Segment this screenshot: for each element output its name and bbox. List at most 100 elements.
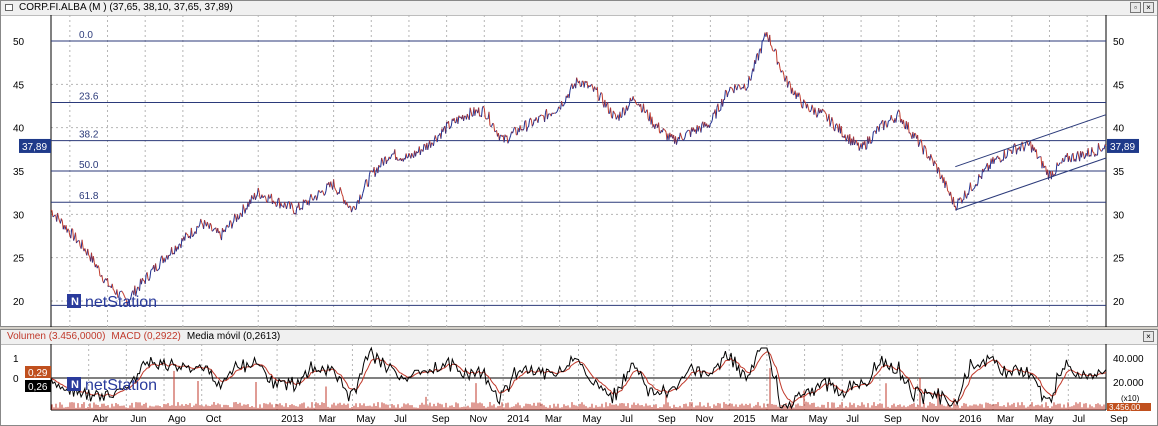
x-tick-label: May bbox=[809, 414, 828, 425]
price-segment bbox=[806, 103, 809, 109]
price-segment bbox=[390, 153, 393, 157]
price-segment bbox=[1016, 148, 1018, 155]
price-segment bbox=[341, 194, 344, 197]
price-segment bbox=[87, 248, 90, 256]
price-segment bbox=[1100, 150, 1103, 152]
price-segment bbox=[478, 107, 481, 117]
price-segment bbox=[544, 112, 547, 122]
price-segment bbox=[920, 139, 923, 148]
price-segment bbox=[457, 115, 460, 124]
maximize-icon[interactable]: ▫ bbox=[1130, 2, 1141, 13]
price-segment bbox=[417, 151, 419, 154]
price-segment bbox=[646, 109, 649, 120]
price-segment bbox=[598, 95, 601, 101]
volume-scale-label: (x10) bbox=[1121, 394, 1140, 403]
price-segment bbox=[1003, 149, 1006, 159]
price-segment bbox=[969, 182, 972, 190]
price-segment bbox=[769, 34, 772, 46]
price-segment bbox=[627, 107, 629, 111]
price-segment bbox=[53, 214, 56, 217]
close-icon[interactable]: × bbox=[1143, 2, 1154, 13]
price-segment bbox=[890, 115, 893, 120]
price-segment bbox=[871, 131, 874, 141]
price-segment bbox=[984, 165, 987, 169]
price-segment bbox=[492, 122, 495, 125]
price-segment bbox=[450, 118, 453, 126]
y-tick-label-left: 20 bbox=[13, 297, 25, 308]
price-segment bbox=[802, 99, 805, 109]
price-segment bbox=[229, 220, 232, 222]
price-segment bbox=[237, 214, 239, 220]
price-segment bbox=[913, 132, 916, 139]
price-segment bbox=[934, 160, 936, 164]
price-segment bbox=[627, 104, 630, 108]
price-segment bbox=[766, 31, 769, 39]
price-segment bbox=[743, 83, 746, 90]
price-segment bbox=[1058, 162, 1061, 166]
price-segment bbox=[630, 99, 633, 102]
indicator-title-bar[interactable]: Volumen (3.456,0000) MACD (0,2922) Media m… bbox=[1, 330, 1157, 345]
legend-macd: MACD (0,2922) bbox=[111, 331, 181, 342]
price-segment bbox=[727, 90, 730, 93]
price-segment bbox=[1070, 154, 1073, 163]
price-segment bbox=[184, 232, 187, 241]
price-segment bbox=[269, 197, 271, 199]
x-tick-label: 2015 bbox=[733, 414, 756, 425]
price-segment bbox=[320, 191, 322, 194]
volume-tag-label: 3.456,00 bbox=[1109, 403, 1141, 412]
price-segment bbox=[151, 268, 154, 270]
price-title-bar[interactable]: CORP.FI.ALBA (M ) (37,65, 38,10, 37,65, … bbox=[1, 1, 1157, 16]
price-segment bbox=[976, 183, 979, 187]
price-segment bbox=[1035, 149, 1038, 159]
fib-level-label: 50.0 bbox=[79, 160, 99, 171]
price-segment bbox=[519, 125, 522, 131]
price-segment bbox=[1081, 151, 1083, 158]
price-segment bbox=[561, 101, 563, 107]
price-segment bbox=[171, 247, 174, 255]
price-segment bbox=[529, 117, 532, 121]
price-segment bbox=[1054, 171, 1057, 175]
price-segment bbox=[200, 218, 203, 223]
x-tick-label: Sep bbox=[432, 414, 450, 425]
price-segment bbox=[206, 221, 209, 226]
price-segment bbox=[308, 197, 311, 206]
x-tick-label: Abr bbox=[93, 414, 109, 425]
price-segment bbox=[622, 107, 625, 109]
price-segment bbox=[952, 196, 955, 207]
price-segment bbox=[92, 256, 95, 263]
price-segment bbox=[710, 120, 713, 123]
y-tick-label-left: 25 bbox=[13, 254, 25, 265]
price-segment bbox=[946, 184, 949, 192]
price-segment bbox=[619, 111, 622, 118]
y-tick-label-right: 45 bbox=[1113, 80, 1125, 91]
price-segment bbox=[711, 112, 714, 121]
price-segment bbox=[440, 128, 443, 139]
price-segment bbox=[313, 196, 316, 200]
price-segment bbox=[84, 248, 87, 253]
price-segment bbox=[680, 135, 683, 140]
price-chart-pane[interactable]: CORP.FI.ALBA (M ) (37,65, 38,10, 37,65, … bbox=[0, 0, 1158, 327]
price-segment bbox=[902, 119, 905, 128]
price-segment bbox=[1098, 148, 1101, 151]
price-segment bbox=[244, 208, 247, 214]
price-segment bbox=[385, 159, 388, 165]
x-tick-label: Sep bbox=[658, 414, 676, 425]
price-segment bbox=[405, 153, 408, 159]
price-segment bbox=[463, 115, 466, 122]
price-segment bbox=[1019, 144, 1022, 152]
x-tick-label: Mar bbox=[771, 414, 789, 425]
fib-level-label: 38.2 bbox=[79, 130, 99, 141]
price-segment bbox=[880, 121, 883, 125]
price-segment bbox=[726, 92, 729, 98]
price-segment bbox=[191, 235, 194, 238]
price-segment bbox=[137, 286, 139, 289]
price-segment bbox=[620, 116, 623, 119]
price-segment bbox=[537, 116, 540, 123]
price-segment bbox=[816, 114, 819, 118]
price-segment bbox=[745, 87, 748, 91]
price-segment bbox=[883, 121, 886, 131]
close-icon[interactable]: × bbox=[1143, 331, 1154, 342]
price-segment bbox=[513, 127, 515, 131]
price-segment bbox=[201, 222, 204, 225]
indicator-pane[interactable]: Volumen (3.456,0000) MACD (0,2922) Media m… bbox=[0, 329, 1158, 426]
